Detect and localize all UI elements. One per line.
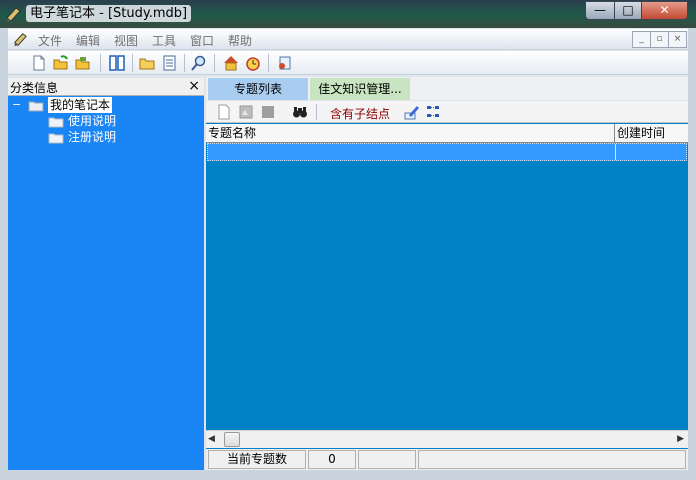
search-icon[interactable] [190,54,208,72]
mdi-restore-button[interactable]: ▫ [650,31,669,48]
notebook-icon[interactable] [12,31,28,47]
topic-grid[interactable]: 专题名称 创建时间 [206,123,688,449]
column-created-time[interactable]: 创建时间 [615,124,688,142]
tab-strip: 专题列表 佳文知识管理... [206,77,688,100]
info-icon[interactable] [276,54,294,72]
row-column-divider [615,144,616,160]
sub-toolbar: 含有子结点 [206,101,688,123]
list-icon[interactable] [160,54,178,72]
toolbar-separator [100,54,101,72]
horizontal-scrollbar[interactable]: ◀ ▶ [206,430,688,448]
gray-page-icon[interactable] [238,104,254,120]
toolbar-separator [268,54,269,72]
include-children-filter[interactable]: 含有子结点 [330,105,390,122]
toolbar-separator [184,54,185,72]
alarm-clock-icon[interactable] [244,54,262,72]
status-topic-count-value: 0 [308,450,356,469]
left-panel-title: 分类信息 [10,81,59,95]
new-document-icon[interactable] [30,54,48,72]
toolbar-separator [214,54,215,72]
open-folder-icon [28,101,44,112]
toolbar-separator [132,54,133,72]
tree-structure-icon[interactable] [426,104,442,120]
status-panel-empty [418,450,686,469]
window-frame-bottom [0,470,696,480]
mdi-close-button[interactable]: × [668,31,687,48]
left-panel-close-button[interactable]: × [188,78,200,94]
category-tree[interactable]: − 我的笔记本 使用说明 注册说明 [8,96,204,470]
menu-view[interactable]: 视图 [114,32,138,49]
toolbar-separator [316,104,317,120]
status-panel-empty [358,450,416,469]
folder-icon [48,117,64,128]
window-title: 电子笔记本 - [Study.mdb] [26,5,192,22]
home-icon[interactable] [222,54,240,72]
menu-bar: 文件 编辑 视图 工具 窗口 帮助 _ ▫ × [8,29,688,50]
menu-edit[interactable]: 编辑 [76,32,100,49]
maximize-button[interactable]: □ [614,1,642,20]
title-bar[interactable]: 电子笔记本 - [Study.mdb] — □ ✕ [0,0,696,28]
status-bar: 当前专题数 0 [206,449,688,470]
menu-tools[interactable]: 工具 [152,32,176,49]
grid-header: 专题名称 创建时间 [206,124,688,143]
menu-window[interactable]: 窗口 [190,32,214,49]
menu-help[interactable]: 帮助 [228,32,252,49]
status-topic-count-label: 当前专题数 [208,450,306,469]
scrollbar-thumb[interactable] [224,432,240,447]
tree-expander[interactable]: − [12,97,21,113]
mdi-minimize-button[interactable]: _ [632,31,651,48]
open-folder-icon[interactable] [74,54,92,72]
tree-node-root[interactable]: 我的笔记本 [48,97,113,113]
open-icon[interactable] [52,54,70,72]
window-frame-right [688,28,696,480]
gray-square-icon[interactable] [260,104,276,120]
column-topic-name[interactable]: 专题名称 [206,124,615,142]
split-view-icon[interactable] [108,54,126,72]
scroll-right-arrow-icon[interactable]: ▶ [677,434,684,444]
toolbar [8,51,688,75]
close-button[interactable]: ✕ [641,1,688,20]
tree-node-usage[interactable]: 使用说明 [68,113,116,129]
minimize-button[interactable]: — [585,1,615,20]
blank-page-icon[interactable] [216,104,232,120]
scroll-left-arrow-icon[interactable]: ◀ [208,434,215,444]
folder-icon [48,133,64,144]
tab-knowledge-management[interactable]: 佳文知识管理... [310,78,410,100]
menu-file[interactable]: 文件 [38,32,62,49]
folder-icon[interactable] [138,54,156,72]
left-panel-header: 分类信息 × [8,78,204,96]
notebook-icon [6,7,21,22]
binoculars-icon[interactable] [292,104,308,120]
tree-node-register[interactable]: 注册说明 [68,129,116,145]
tab-topic-list[interactable]: 专题列表 [208,78,308,100]
edit-pen-icon[interactable] [404,104,420,120]
window-frame-left [0,28,8,480]
table-row[interactable] [207,143,687,161]
